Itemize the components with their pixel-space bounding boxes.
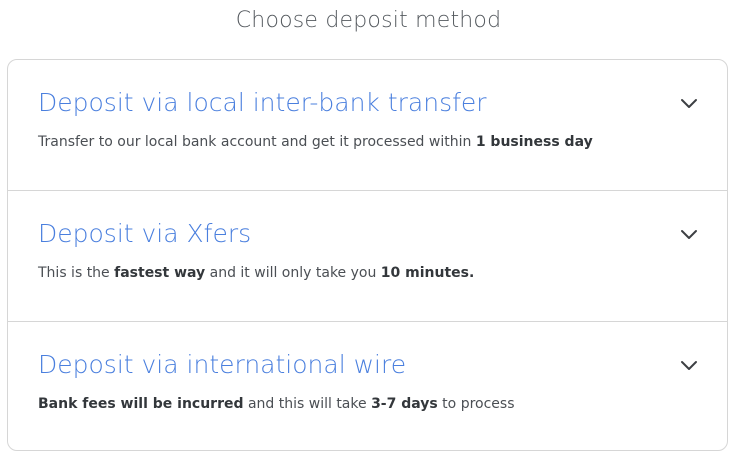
option-description: Transfer to our local bank account and g… xyxy=(38,132,593,152)
desc-highlight: Bank fees will be incurred xyxy=(38,396,244,412)
option-title: Deposit via local inter-bank transfer xyxy=(38,88,487,117)
deposit-option-local-transfer[interactable]: Deposit via local inter-bank transfer Tr… xyxy=(8,60,727,191)
page-title: Choose deposit method xyxy=(235,8,502,33)
desc-highlight: 1 business day xyxy=(475,134,593,150)
desc-highlight: 10 minutes. xyxy=(380,265,475,281)
deposit-option-international-wire[interactable]: Deposit via international wire Bank fees… xyxy=(8,322,727,450)
desc-highlight: 3-7 days xyxy=(371,396,438,412)
desc-text: to process xyxy=(437,396,515,412)
chevron-down-icon[interactable] xyxy=(679,227,699,241)
deposit-option-xfers[interactable]: Deposit via Xfers This is the fastest wa… xyxy=(8,191,727,322)
option-description: This is the fastest way and it will only… xyxy=(38,263,474,283)
desc-text: and it will only take you xyxy=(205,265,381,281)
option-title: Deposit via Xfers xyxy=(38,219,252,248)
desc-text: and this will take xyxy=(243,396,372,412)
chevron-down-icon[interactable] xyxy=(679,96,699,110)
chevron-down-icon[interactable] xyxy=(679,358,699,372)
desc-text: Transfer to our local bank account and g… xyxy=(38,134,476,150)
option-description: Bank fees will be incurred and this will… xyxy=(38,394,515,414)
deposit-methods-card: Deposit via local inter-bank transfer Tr… xyxy=(7,59,728,451)
desc-highlight: fastest way xyxy=(114,265,206,281)
desc-text: This is the xyxy=(38,265,115,281)
option-title: Deposit via international wire xyxy=(38,350,407,379)
